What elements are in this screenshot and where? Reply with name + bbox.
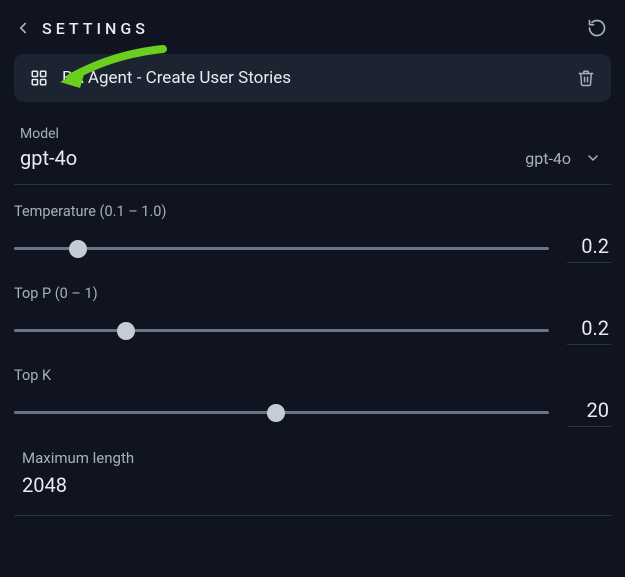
temperature-label: Temperature (0.1 – 1.0) — [14, 203, 611, 220]
trash-icon[interactable] — [577, 69, 595, 87]
model-label: Model — [20, 126, 605, 142]
top-k-value[interactable]: 20 — [567, 398, 611, 427]
page-title: SETTINGS — [42, 19, 149, 38]
top-k-label: Top K — [14, 367, 611, 384]
top-p-label: Top P (0 – 1) — [14, 285, 611, 302]
model-value: gpt-4o — [20, 146, 77, 170]
temperature-thumb[interactable] — [69, 240, 87, 258]
model-select[interactable]: gpt-4o — [525, 149, 605, 168]
max-length-label: Maximum length — [22, 449, 603, 467]
top-p-thumb[interactable] — [117, 322, 135, 340]
divider — [14, 515, 611, 516]
chevron-down-icon — [585, 150, 601, 166]
app-grid-icon — [30, 69, 48, 87]
model-selected-option: gpt-4o — [525, 149, 571, 168]
divider — [14, 184, 611, 185]
top-p-slider[interactable] — [14, 322, 549, 340]
agent-title: BA Agent - Create User Stories — [62, 68, 563, 88]
undo-icon[interactable] — [587, 18, 607, 38]
temperature-value[interactable]: 0.2 — [567, 234, 611, 263]
agent-card[interactable]: BA Agent - Create User Stories — [14, 54, 611, 102]
temperature-slider[interactable] — [14, 240, 549, 258]
top-k-slider[interactable] — [14, 404, 549, 422]
max-length-value[interactable]: 2048 — [22, 473, 603, 497]
back-icon[interactable] — [14, 19, 32, 37]
top-k-thumb[interactable] — [267, 404, 285, 422]
top-p-value[interactable]: 0.2 — [567, 316, 611, 345]
